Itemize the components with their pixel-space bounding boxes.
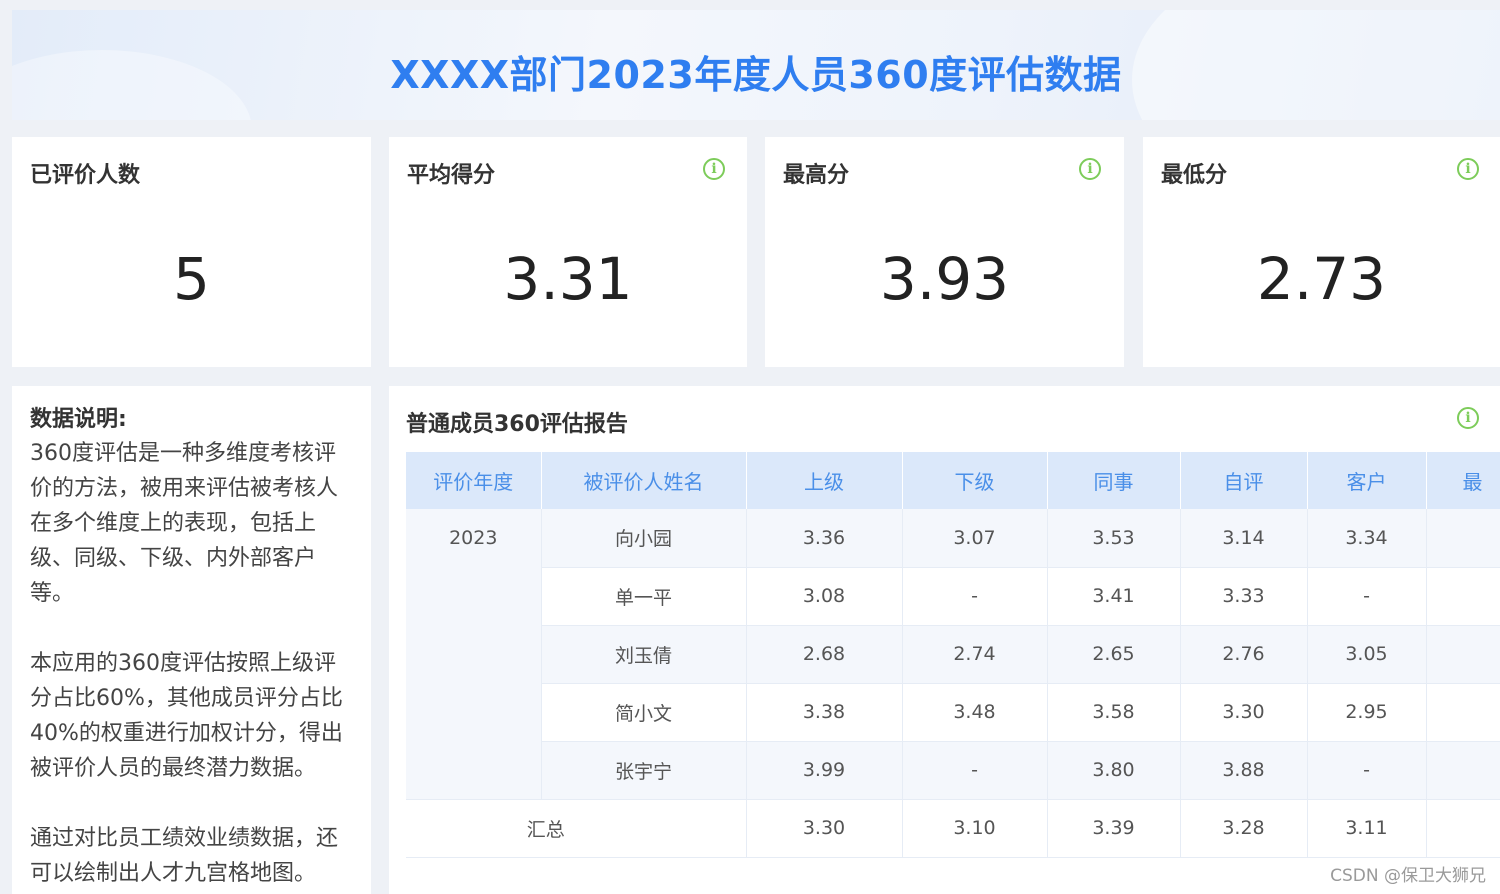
kpi-card-highest-score: 最高分 i 3.93 — [765, 137, 1124, 367]
column-header-customer[interactable]: 客户 — [1307, 452, 1427, 509]
report-title: 普通成员360评估报告 — [406, 412, 628, 437]
kpi-value: 3.31 — [503, 245, 633, 313]
table-row: 2023 向小园 3.36 3.07 3.53 3.14 3.34 — [406, 509, 1500, 800]
column-header-self[interactable]: 自评 — [1180, 452, 1308, 509]
superior-cell: 2.68 — [746, 625, 903, 684]
kpi-value: 3.93 — [879, 245, 1010, 313]
customer-total-cell: 3.11 — [1307, 799, 1427, 858]
subordinate-cell: - — [902, 567, 1048, 626]
info-icon[interactable]: i — [1457, 407, 1479, 429]
table-header-row: 评价年度 被评价人姓名 上级 下级 同事 自评 客户 最 — [406, 452, 1500, 509]
kpi-label: 最高分 — [783, 163, 850, 188]
page-title: XXXX部门2023年度人员360度评估数据 — [390, 53, 1122, 97]
max-cell — [1426, 509, 1500, 568]
description-paragraph: 360度评估是一种多维度考核评价的方法，被用来评估被考核人在多个维度上的表现，包… — [30, 441, 339, 606]
self-cell: 3.88 — [1180, 741, 1308, 800]
self-cell: 3.14 — [1180, 509, 1308, 568]
table-total-row: 汇总 3.30 3.10 3.39 3.28 3.11 — [406, 799, 1500, 858]
page-banner: XXXX部门2023年度人员360度评估数据 — [12, 10, 1500, 120]
customer-cell: 3.34 — [1307, 509, 1427, 568]
column-header-colleague[interactable]: 同事 — [1047, 452, 1181, 509]
subordinate-cell: 3.48 — [902, 683, 1048, 742]
kpi-card-average-score: 平均得分 i 3.31 — [389, 137, 747, 367]
self-cell: 3.30 — [1180, 683, 1308, 742]
name-cell: 单一平 — [541, 567, 747, 626]
superior-cell: 3.08 — [746, 567, 903, 626]
name-cell: 张宇宁 — [541, 741, 747, 800]
description-paragraph: 本应用的360度评估按照上级评分占比60%，其他成员评分占比40%的权重进行加权… — [30, 651, 343, 781]
kpi-label: 平均得分 — [407, 163, 496, 188]
table-row: 简小文 3.38 3.48 3.58 3.30 2.95 — [406, 683, 1500, 742]
customer-cell: 3.05 — [1307, 625, 1427, 684]
info-icon[interactable]: i — [703, 158, 725, 180]
self-total-cell: 3.28 — [1180, 799, 1308, 858]
superior-cell: 3.99 — [746, 741, 903, 800]
colleague-cell: 2.65 — [1047, 625, 1181, 684]
table-row: 张宇宁 3.99 - 3.80 3.88 - — [406, 741, 1500, 800]
column-header-name[interactable]: 被评价人姓名 — [541, 452, 747, 509]
description-title: 数据说明: — [30, 407, 127, 432]
subordinate-total-cell: 3.10 — [902, 799, 1048, 858]
name-cell: 向小园 — [541, 509, 747, 568]
customer-cell: - — [1307, 741, 1427, 800]
superior-cell: 3.38 — [746, 683, 903, 742]
name-cell: 刘玉倩 — [541, 625, 747, 684]
max-cell — [1426, 683, 1500, 742]
column-header-max[interactable]: 最 — [1426, 452, 1500, 509]
kpi-card-lowest-score: 最低分 i 2.73 — [1143, 137, 1500, 367]
colleague-cell: 3.58 — [1047, 683, 1181, 742]
max-cell — [1426, 567, 1500, 626]
superior-total-cell: 3.30 — [746, 799, 903, 858]
info-icon[interactable]: i — [1457, 158, 1479, 180]
description-paragraph: 通过对比员工绩效业绩数据，还可以绘制出人才九宫格地图。 — [30, 826, 339, 886]
table-row: 单一平 3.08 - 3.41 3.33 - — [406, 567, 1500, 626]
max-cell — [1426, 741, 1500, 800]
kpi-value: 2.73 — [1256, 245, 1387, 313]
column-header-year[interactable]: 评价年度 — [406, 452, 542, 509]
name-cell: 简小文 — [541, 683, 747, 742]
data-description-panel: 数据说明: 360度评估是一种多维度考核评价的方法，被用来评估被考核人在多个维度… — [12, 386, 371, 894]
kpi-label: 最低分 — [1161, 163, 1228, 188]
self-cell: 2.76 — [1180, 625, 1308, 684]
superior-cell: 3.36 — [746, 509, 903, 568]
colleague-total-cell: 3.39 — [1047, 799, 1181, 858]
colleague-cell: 3.53 — [1047, 509, 1181, 568]
table-row: 刘玉倩 2.68 2.74 2.65 2.76 3.05 — [406, 625, 1500, 684]
customer-cell: - — [1307, 567, 1427, 626]
total-label-cell: 汇总 — [406, 799, 747, 858]
report-panel: 普通成员360评估报告 i 评价年度 被评价人姓名 上级 下级 同事 自评 客户… — [389, 386, 1500, 894]
info-icon[interactable]: i — [1079, 158, 1101, 180]
watermark: CSDN @保卫大狮兄 — [1330, 866, 1486, 886]
column-header-superior[interactable]: 上级 — [746, 452, 903, 509]
subordinate-cell: 3.07 — [902, 509, 1048, 568]
year-cell: 2023 — [406, 509, 542, 800]
colleague-cell: 3.80 — [1047, 741, 1181, 800]
subordinate-cell: 2.74 — [902, 625, 1048, 684]
kpi-label: 已评价人数 — [30, 163, 141, 188]
self-cell: 3.33 — [1180, 567, 1308, 626]
kpi-value: 5 — [173, 245, 210, 313]
subordinate-cell: - — [902, 741, 1048, 800]
kpi-card-evaluated-count: 已评价人数 5 — [12, 137, 371, 367]
column-header-subordinate[interactable]: 下级 — [902, 452, 1048, 509]
report-table[interactable]: 评价年度 被评价人姓名 上级 下级 同事 自评 客户 最 2023 向小园 3.… — [406, 452, 1500, 894]
colleague-cell: 3.41 — [1047, 567, 1181, 626]
max-total-cell — [1426, 799, 1500, 858]
customer-cell: 2.95 — [1307, 683, 1427, 742]
max-cell — [1426, 625, 1500, 684]
